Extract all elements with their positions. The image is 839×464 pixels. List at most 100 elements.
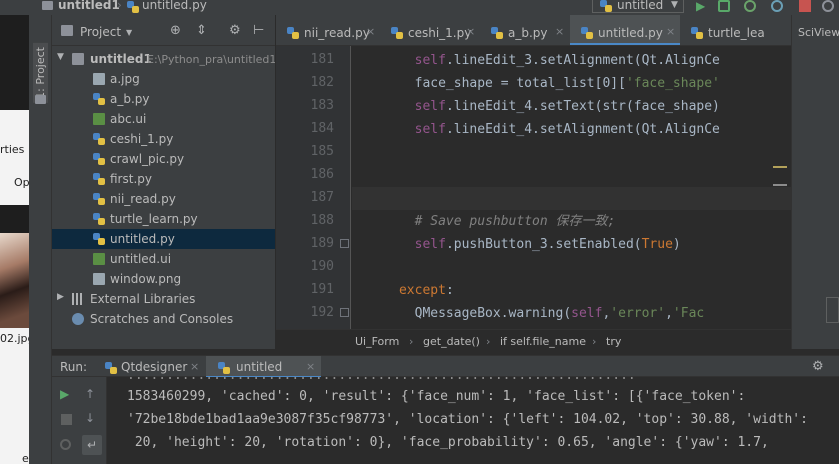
- tab-label: a_b.py: [508, 26, 548, 40]
- breadcrumb-class[interactable]: Ui_Form: [355, 335, 399, 348]
- tree-file[interactable]: first.py: [52, 169, 275, 189]
- tree-file[interactable]: untitled.ui: [52, 249, 275, 269]
- code-line[interactable]: face_shape = total_list[0]['face_shape': [352, 72, 791, 95]
- chevron-right-icon[interactable]: ▶: [57, 292, 64, 302]
- chevron-down-icon[interactable]: ▼: [57, 52, 64, 62]
- pin-icon[interactable]: [60, 439, 71, 450]
- run-tab-untitled: untitled: [236, 360, 283, 374]
- tab-nii-read[interactable]: nii_read.py ×: [276, 15, 380, 45]
- locate-file-icon[interactable]: ⊕: [170, 24, 181, 37]
- code-line[interactable]: self.pushButton_3.setEnabled(True): [352, 233, 791, 256]
- gear-icon[interactable]: ⚙: [812, 359, 824, 374]
- tab-label: ceshi_1.py: [408, 26, 472, 40]
- tab-ceshi-1[interactable]: ceshi_1.py ×: [380, 15, 480, 45]
- breadcrumb-method[interactable]: get_date(): [423, 335, 480, 348]
- code-line[interactable]: self.lineEdit_3.setAlignment(Qt.AlignCe: [352, 49, 791, 72]
- breadcrumb-try[interactable]: try: [606, 335, 621, 348]
- tree-file[interactable]: a.jpg: [52, 69, 275, 89]
- tree-file[interactable]: nii_read.py: [52, 189, 275, 209]
- run-icon[interactable]: ▶: [696, 0, 708, 12]
- nav-project[interactable]: untitled1: [58, 0, 120, 12]
- tree-file[interactable]: crawl_pic.py: [52, 149, 275, 169]
- gear-icon[interactable]: ⚙: [229, 24, 241, 37]
- tree-file-label: abc.ui: [110, 112, 147, 126]
- run-console[interactable]: ........................................…: [107, 377, 839, 464]
- python-file-icon: [93, 133, 105, 145]
- tree-file-label: crawl_pic.py: [110, 152, 185, 166]
- close-icon[interactable]: ×: [555, 25, 564, 38]
- tree-file[interactable]: a_b.py: [52, 89, 275, 109]
- tree-file[interactable]: turtle_learn.py: [52, 209, 275, 229]
- code-line[interactable]: QMessageBox.warning(self,'error','Fac: [352, 302, 791, 325]
- code-line[interactable]: [352, 164, 791, 187]
- tree-file-label: untitled.py: [110, 232, 175, 246]
- root-path: E:\Python_pra\untitled1: [147, 53, 275, 66]
- soft-wrap-icon[interactable]: ↵: [82, 435, 102, 455]
- fold-marker-icon[interactable]: [340, 308, 349, 317]
- tab-untitled[interactable]: untitled.py ×: [570, 15, 680, 45]
- left-tool-strip: 1: Project: [29, 15, 52, 464]
- warning-marker[interactable]: [773, 184, 787, 186]
- root-name: untitled1: [90, 52, 152, 66]
- code-breadcrumb: Ui_Form › get_date() › if self.file_name…: [276, 329, 791, 349]
- tree-file[interactable]: ceshi_1.py: [52, 129, 275, 149]
- arrow-up-icon[interactable]: ↑: [85, 387, 99, 401]
- tree-root[interactable]: ▼ untitled1 E:\Python_pra\untitled1: [52, 49, 275, 69]
- run-tab-active[interactable]: untitled ×: [206, 356, 321, 378]
- desktop-text-fragment: e: [22, 452, 29, 464]
- code-editor[interactable]: 181 182 183 184 185 186 187 188 189 190 191 192 sel…: [276, 46, 791, 329]
- close-icon[interactable]: ×: [190, 360, 199, 373]
- python-file-icon: [391, 27, 403, 39]
- profile-icon[interactable]: [771, 0, 783, 12]
- image-file-icon: [93, 273, 105, 285]
- arrow-down-icon[interactable]: ↓: [85, 411, 99, 425]
- search-everywhere-icon[interactable]: [822, 0, 834, 12]
- stop-icon[interactable]: [61, 414, 72, 425]
- tab-a-b[interactable]: a_b.py ×: [480, 15, 570, 45]
- code-line[interactable]: except:: [352, 279, 791, 302]
- tree-file[interactable]: abc.ui: [52, 109, 275, 129]
- chevron-down-icon: ▼: [671, 0, 678, 10]
- scratches-icon: [72, 313, 84, 325]
- line-number: 189: [310, 236, 334, 251]
- run-config-dropdown[interactable]: untitled ▼: [592, 0, 684, 13]
- coverage-icon[interactable]: [744, 0, 756, 12]
- warning-marker[interactable]: [773, 166, 787, 168]
- library-icon: [72, 293, 84, 305]
- hide-icon[interactable]: ⊢: [253, 24, 264, 37]
- sciview-button[interactable]: SciView:: [798, 26, 839, 39]
- close-icon[interactable]: ×: [366, 25, 375, 38]
- code-line[interactable]: # Save pushbutton 保存一致;: [352, 210, 791, 233]
- python-file-icon: [127, 1, 139, 13]
- stop-icon[interactable]: [799, 0, 811, 12]
- code-line[interactable]: self.lineEdit_4.setAlignment(Qt.AlignCe: [352, 118, 791, 141]
- debug-icon[interactable]: [718, 0, 730, 12]
- close-icon[interactable]: ×: [466, 25, 475, 38]
- tree-external-libraries[interactable]: ▶ External Libraries: [52, 289, 275, 309]
- run-tab-qtdesigner[interactable]: Qtdesigner: [121, 360, 187, 374]
- nav-file[interactable]: untitled.py: [142, 0, 207, 12]
- close-icon[interactable]: ×: [306, 360, 315, 373]
- chevron-down-icon[interactable]: ▼: [126, 28, 132, 37]
- file-label-fragment: 02.jpg e: [0, 328, 29, 464]
- breadcrumb-if[interactable]: if self.file_name: [500, 335, 586, 348]
- rerun-icon[interactable]: ▶: [60, 387, 74, 401]
- tree-label: Scratches and Consoles: [90, 312, 234, 326]
- code-line[interactable]: [352, 187, 791, 210]
- tree-file-label: untitled.ui: [110, 252, 172, 266]
- project-panel-title[interactable]: Project: [80, 25, 121, 39]
- tree-file[interactable]: window.png: [52, 269, 275, 289]
- project-tool-button[interactable]: 1: Project: [33, 43, 48, 103]
- code-line[interactable]: [352, 141, 791, 164]
- code-line[interactable]: [352, 256, 791, 279]
- fold-marker-icon[interactable]: [340, 239, 349, 248]
- tree-file-label: ceshi_1.py: [110, 132, 174, 146]
- scrollbar-thumb[interactable]: [826, 297, 839, 323]
- collapse-all-icon[interactable]: ⇕: [196, 24, 207, 37]
- code-line[interactable]: self.lineEdit_4.setText(str(face_shape): [352, 95, 791, 118]
- tree-file-selected[interactable]: untitled.py: [52, 229, 275, 249]
- close-icon[interactable]: ×: [666, 25, 675, 38]
- folder-icon: [35, 95, 46, 104]
- tree-scratches[interactable]: Scratches and Consoles: [52, 309, 275, 329]
- tab-turtle-learn[interactable]: turtle_lea: [680, 15, 791, 45]
